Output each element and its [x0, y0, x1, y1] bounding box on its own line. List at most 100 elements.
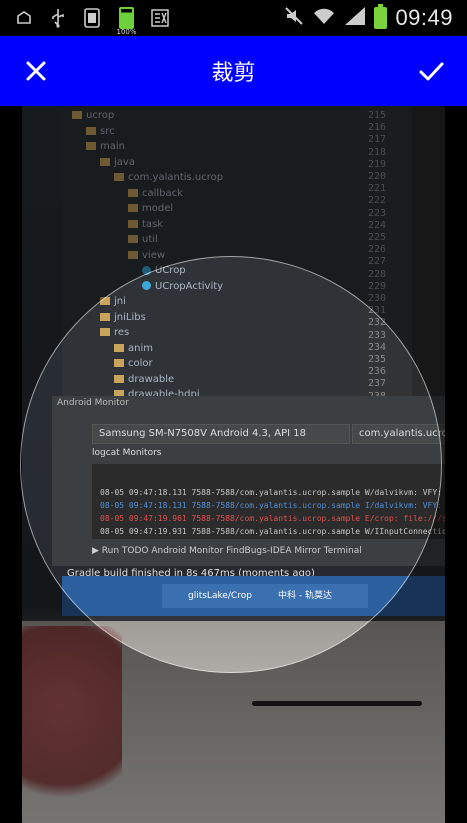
app-icon	[150, 8, 170, 28]
folder-icon	[128, 188, 138, 197]
tree-item-label: task	[142, 218, 164, 230]
line-number: 217	[368, 134, 387, 146]
line-number: 220	[368, 171, 387, 182]
folder-icon	[128, 235, 138, 243]
line-number: 235	[368, 354, 387, 365]
tree-item-label: jniLibs	[114, 311, 146, 323]
tree-item-label: jni	[114, 296, 126, 307]
folder-icon	[114, 374, 124, 383]
tree-item: res	[100, 327, 129, 338]
tree-item-label: anim	[128, 342, 153, 354]
tree-item-label: UCropActivity	[155, 280, 224, 292]
monitor-title: Android Monitor	[57, 398, 129, 408]
tree-item-label: main	[100, 141, 125, 152]
class-icon	[142, 265, 151, 275]
line-number: 237	[368, 378, 387, 390]
tree-item-label: com.yalantis.ucrop	[128, 172, 224, 183]
line-number: 224	[368, 219, 387, 231]
folder-icon	[86, 142, 96, 150]
line-number: 219	[368, 158, 387, 170]
status-left-icons: 100%	[14, 7, 170, 36]
tree-item-label: ucrop	[86, 110, 115, 121]
tree-item: jni	[100, 296, 126, 307]
usb-icon	[48, 8, 68, 28]
tree-item: anim	[114, 343, 153, 354]
folder-icon	[100, 328, 110, 336]
tree-item: com.yalantis.ucrop	[114, 172, 223, 183]
line-number: 230	[368, 293, 387, 304]
tree-item: util	[128, 234, 158, 245]
line-number: 218	[368, 146, 387, 158]
log-line: 08-05 09:47:19.931 7588-7588/com.yalanti…	[100, 527, 445, 536]
line-number: 232	[368, 317, 387, 329]
line-number: 226	[368, 244, 387, 256]
tree-item-label: java	[114, 156, 135, 168]
tree-item: UCropActivity	[142, 281, 223, 292]
tree-item-label: util	[142, 234, 158, 245]
folder-icon	[128, 219, 138, 228]
log-line: 08-05 09:47:18.131 7588-7588/com.yalanti…	[100, 501, 445, 510]
ide-line-gutter: 215 216 217 218 219 220 221 222 223 224 225 226 227 2…	[362, 106, 412, 487]
tree-item-label: color	[128, 358, 153, 369]
crop-area[interactable]: ucrop src main java com.yalantis.ucrop callba…	[0, 106, 467, 823]
sim-icon	[82, 8, 102, 28]
tree-item: main	[86, 141, 125, 152]
android-monitor-panel: Android Monitor Samsung SM-N7508V Androi…	[52, 396, 445, 566]
line-number: 229	[368, 280, 387, 292]
line-number: 234	[368, 341, 387, 353]
taskbar-item: 中科 - 轨莫达	[252, 584, 368, 608]
folder-icon	[100, 157, 110, 166]
line-number: 215	[368, 110, 387, 121]
tree-item-label: model	[142, 203, 174, 214]
battery-small-label: 100%	[116, 28, 137, 36]
folder-icon	[114, 343, 124, 352]
page-title: 裁剪	[211, 61, 256, 86]
line-number: 228	[368, 268, 387, 280]
tree-item-label: res	[114, 327, 130, 338]
tree-item: UCrop	[142, 265, 186, 276]
line-number: 236	[368, 366, 387, 378]
tree-item: jniLibs	[100, 312, 146, 323]
tree-item: model	[128, 203, 173, 214]
tree-item: drawable	[114, 374, 174, 385]
folder-icon	[128, 250, 138, 259]
tree-item: ucrop	[72, 110, 114, 121]
folder-icon	[128, 204, 138, 212]
class-icon	[142, 281, 151, 290]
tree-item: color	[114, 358, 153, 369]
tree-item: view	[128, 250, 165, 261]
app-bar: 裁剪	[0, 36, 467, 106]
folder-icon	[86, 126, 96, 135]
line-number: 227	[368, 256, 387, 268]
tree-item-label: view	[142, 249, 166, 261]
package-selector: com.yalantis.ucrop.sample	[352, 424, 445, 444]
windows-taskbar: glitsLake/Crop... 中科 - 轨莫达	[62, 576, 445, 616]
status-right-icons: 09:49	[284, 4, 453, 31]
tree-item: task	[128, 219, 163, 230]
tree-item-label: callback	[142, 187, 183, 199]
tree-item-label: drawable	[128, 373, 175, 385]
tree-item: java	[100, 157, 135, 168]
tree-item-label: src	[100, 125, 115, 137]
line-number: 216	[368, 122, 387, 134]
log-tabs: logcat Monitors	[92, 448, 162, 458]
mute-icon	[284, 6, 304, 30]
folder-icon	[72, 111, 82, 119]
signal-icon	[344, 6, 366, 30]
check-icon	[419, 62, 444, 81]
wifi-icon	[312, 6, 336, 30]
done-button[interactable]	[411, 51, 451, 91]
crop-photo[interactable]: ucrop src main java com.yalantis.ucrop callba…	[22, 106, 445, 823]
notification-icon	[14, 8, 34, 28]
log-line: 08-05 09:47:18.131 7588-7588/com.yalanti…	[100, 488, 445, 497]
pen	[252, 701, 422, 706]
line-number: 222	[368, 195, 387, 207]
tool-window-tabs: ▶ Run TODO Android Monitor FindBugs-IDEA…	[92, 546, 362, 556]
tree-item-label: UCrop	[155, 265, 186, 276]
battery-small-icon: 100%	[116, 7, 137, 36]
line-number: 221	[368, 183, 387, 195]
tree-item: callback	[128, 188, 183, 199]
folder-icon	[100, 297, 110, 305]
log-line: 08-05 09:47:19.961 7588-7588/com.yalanti…	[100, 514, 445, 523]
folder-icon	[114, 173, 124, 181]
